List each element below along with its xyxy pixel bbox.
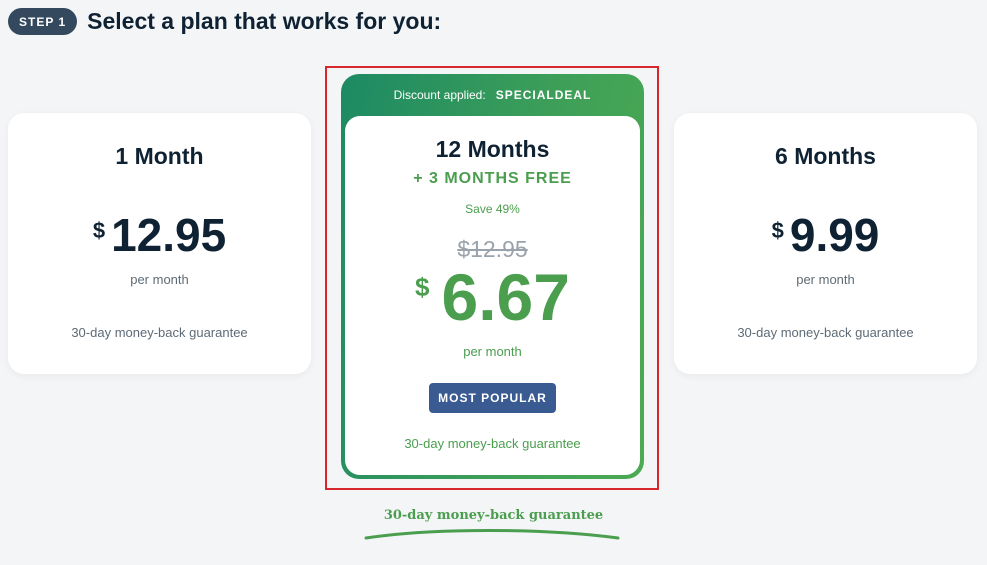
- plan-card-1-month[interactable]: 1 Month $ 12.95 per month 30-day money-b…: [8, 113, 311, 374]
- savings-label: Save 49%: [465, 202, 520, 216]
- guarantee-text: 30-day money-back guarantee: [404, 436, 581, 451]
- discount-code: SPECIALDEAL: [495, 88, 592, 102]
- currency-symbol: $: [92, 218, 106, 243]
- price-amount: 9.99: [789, 209, 880, 261]
- price: $ 12.95: [8, 212, 311, 258]
- plan-card-12-months[interactable]: Discount applied: SPECIALDEAL 12 Months …: [341, 74, 644, 479]
- most-popular-badge: MOST POPULAR: [429, 383, 556, 413]
- guarantee-text: 30-day money-back guarantee: [71, 325, 248, 340]
- plan-title: 12 Months: [435, 136, 550, 162]
- price-amount: 12.95: [111, 209, 227, 261]
- underline-swoosh-icon: [364, 529, 620, 540]
- discount-banner: Discount applied: SPECIALDEAL: [341, 74, 644, 116]
- plan-title: 1 Month: [115, 143, 204, 169]
- page-title: Select a plan that works for you:: [87, 8, 442, 34]
- plan-card-body: 12 Months + 3 MONTHS FREE Save 49% $12.9…: [345, 116, 640, 475]
- currency-symbol: $: [415, 272, 430, 302]
- guarantee-text: 30-day money-back guarantee: [737, 325, 914, 340]
- footer-guarantee: 30-day money-back guarantee: [383, 508, 604, 523]
- per-month-label: per month: [463, 344, 522, 359]
- plan-title: 6 Months: [775, 143, 876, 169]
- per-month-label: per month: [130, 272, 189, 287]
- original-price: $12.95: [457, 236, 528, 262]
- discount-label: Discount applied:: [393, 88, 486, 102]
- currency-symbol: $: [771, 218, 784, 243]
- step-header: STEP 1 Select a plan that works for you:: [8, 8, 441, 35]
- price: $ 9.99: [674, 212, 977, 258]
- per-month-label: per month: [796, 272, 855, 287]
- plan-card-6-months[interactable]: 6 Months $ 9.99 per month 30-day money-b…: [674, 113, 977, 374]
- step-badge: STEP 1: [8, 8, 78, 35]
- price: $ 6.67: [345, 264, 640, 330]
- bonus-months: + 3 MONTHS FREE: [413, 170, 572, 187]
- price-amount: 6.67: [441, 260, 570, 334]
